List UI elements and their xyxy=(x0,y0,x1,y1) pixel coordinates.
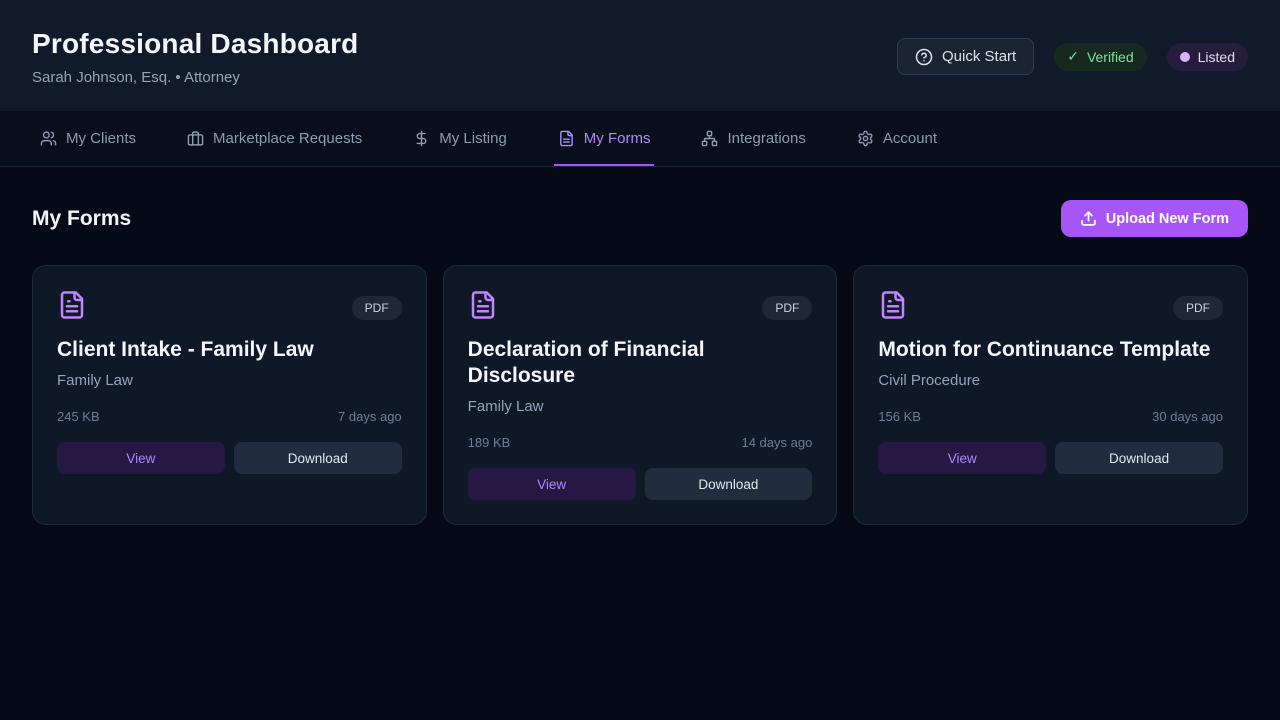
file-text-icon xyxy=(57,290,87,320)
users-icon xyxy=(40,130,57,147)
form-category: Family Law xyxy=(468,398,813,415)
form-title: Motion for Continuance Template xyxy=(878,337,1223,363)
file-type-badge: PDF xyxy=(762,296,812,320)
download-button[interactable]: Download xyxy=(234,442,402,474)
tab-my-forms[interactable]: My Forms xyxy=(554,111,655,166)
file-text-icon xyxy=(878,290,908,320)
quick-start-label: Quick Start xyxy=(942,48,1016,65)
forms-grid: PDF Client Intake - Family Law Family La… xyxy=(32,265,1248,525)
form-category: Civil Procedure xyxy=(878,372,1223,389)
tab-label: My Forms xyxy=(584,130,651,147)
listed-badge: Listed xyxy=(1167,43,1248,71)
listed-label: Listed xyxy=(1198,49,1235,65)
tab-label: My Clients xyxy=(66,130,136,147)
file-size: 245 KB xyxy=(57,409,100,424)
verified-badge: ✓ Verified xyxy=(1054,43,1146,71)
network-icon xyxy=(701,130,718,147)
tab-label: Account xyxy=(883,130,937,147)
file-type-badge: PDF xyxy=(1173,296,1223,320)
file-text-icon xyxy=(558,130,575,147)
form-card: PDF Declaration of Financial Disclosure … xyxy=(443,265,838,525)
view-button[interactable]: View xyxy=(878,442,1046,474)
check-icon: ✓ xyxy=(1067,48,1079,65)
download-button[interactable]: Download xyxy=(645,468,813,500)
tab-label: My Listing xyxy=(439,130,507,147)
tab-my-clients[interactable]: My Clients xyxy=(36,111,140,166)
page-title: Professional Dashboard xyxy=(32,28,358,60)
section-heading: My Forms xyxy=(32,207,131,231)
quick-start-button[interactable]: Quick Start xyxy=(897,38,1034,75)
verified-label: Verified xyxy=(1087,49,1134,65)
form-title: Client Intake - Family Law xyxy=(57,337,402,363)
form-card: PDF Motion for Continuance Template Civi… xyxy=(853,265,1248,525)
gear-icon xyxy=(857,130,874,147)
primary-nav: My Clients Marketplace Requests My Listi… xyxy=(0,111,1280,167)
view-button[interactable]: View xyxy=(57,442,225,474)
upload-new-form-button[interactable]: Upload New Form xyxy=(1061,200,1248,237)
download-button[interactable]: Download xyxy=(1055,442,1223,474)
dollar-icon xyxy=(413,130,430,147)
file-size: 189 KB xyxy=(468,435,511,450)
updated-time: 14 days ago xyxy=(741,435,812,450)
tab-label: Marketplace Requests xyxy=(213,130,362,147)
file-size: 156 KB xyxy=(878,409,921,424)
tab-integrations[interactable]: Integrations xyxy=(697,111,809,166)
tab-label: Integrations xyxy=(727,130,805,147)
briefcase-icon xyxy=(187,130,204,147)
form-title: Declaration of Financial Disclosure xyxy=(468,337,813,389)
form-category: Family Law xyxy=(57,372,402,389)
view-button[interactable]: View xyxy=(468,468,636,500)
file-type-badge: PDF xyxy=(352,296,402,320)
header: Professional Dashboard Sarah Johnson, Es… xyxy=(0,0,1280,111)
updated-time: 30 days ago xyxy=(1152,409,1223,424)
tab-account[interactable]: Account xyxy=(853,111,941,166)
user-subtitle: Sarah Johnson, Esq. • Attorney xyxy=(32,69,358,86)
tab-marketplace-requests[interactable]: Marketplace Requests xyxy=(183,111,366,166)
file-text-icon xyxy=(468,290,498,320)
updated-time: 7 days ago xyxy=(338,409,402,424)
upload-button-label: Upload New Form xyxy=(1106,211,1229,227)
main-content: My Forms Upload New Form PDF Client Inta… xyxy=(0,200,1280,525)
form-card: PDF Client Intake - Family Law Family La… xyxy=(32,265,427,525)
dot-icon xyxy=(1180,52,1190,62)
upload-icon xyxy=(1080,210,1097,227)
help-circle-icon xyxy=(915,48,933,66)
tab-my-listing[interactable]: My Listing xyxy=(409,111,511,166)
